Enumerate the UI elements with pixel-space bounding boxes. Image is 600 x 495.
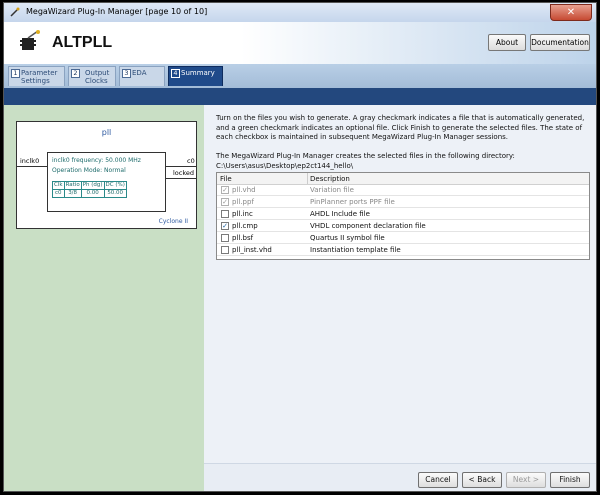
tab-label: Output bbox=[85, 69, 110, 77]
file-name: pll.inc bbox=[232, 210, 253, 218]
clock-table-cell: c0 bbox=[52, 189, 65, 198]
file-name: pll.cmp bbox=[232, 222, 258, 230]
megawizard-window: MegaWizard Plug-In Manager [page 10 of 1… bbox=[3, 2, 597, 492]
file-name: pll_inst.vhd bbox=[232, 246, 272, 254]
product-name: ALTPLL bbox=[52, 34, 113, 51]
symbol-preview-pane: pll inclk0 c0 locked inclk0 frequency: 5… bbox=[4, 105, 204, 491]
column-header-file[interactable]: File bbox=[220, 175, 232, 183]
wizard-app-icon bbox=[10, 7, 20, 17]
cancel-button[interactable]: Cancel bbox=[418, 472, 458, 488]
input-port-inclk0: inclk0 bbox=[20, 157, 40, 165]
output-port-locked: locked bbox=[173, 169, 195, 177]
tab-label: Summary bbox=[181, 69, 215, 77]
operation-mode-info: Operation Mode: Normal bbox=[52, 167, 126, 174]
column-divider[interactable] bbox=[307, 173, 308, 184]
wizard-footer: Cancel < Back Next > Finish bbox=[204, 463, 596, 491]
file-name: pll.ppf bbox=[232, 198, 254, 206]
file-description: Variation file bbox=[310, 186, 354, 194]
output-wire-c0 bbox=[166, 166, 197, 167]
tab-content-band bbox=[4, 88, 596, 105]
file-row-pll-inc[interactable]: pll.inc AHDL Include file bbox=[217, 208, 589, 220]
directory-path: C:\Users\asus\Desktop\ep2ct144_hello\ bbox=[216, 162, 354, 170]
clock-table-header: DC (%) bbox=[103, 181, 127, 190]
device-family: Cyclone II bbox=[158, 218, 188, 225]
file-name: pll.vhd bbox=[232, 186, 256, 194]
pll-name: pll bbox=[101, 128, 112, 137]
clock-table-cell: 3/8 bbox=[63, 189, 82, 198]
file-description: PinPlanner ports PPF file bbox=[310, 198, 395, 206]
summary-pane: Turn on the files you wish to generate. … bbox=[204, 105, 596, 491]
tab-summary[interactable]: 4 Summary bbox=[168, 66, 223, 86]
tab-label-line2: Clocks bbox=[85, 77, 108, 85]
output-wire-locked bbox=[166, 178, 197, 179]
file-name: pll.bsf bbox=[232, 234, 254, 242]
file-row-pll-ppf[interactable]: ✓ pll.ppf PinPlanner ports PPF file bbox=[217, 196, 589, 208]
file-row-pll-bsf[interactable]: pll.bsf Quartus II symbol file bbox=[217, 232, 589, 244]
file-description: Instantiation template file bbox=[310, 246, 401, 254]
clock-table-header: Ratio bbox=[63, 181, 82, 190]
tab-label: Parameter bbox=[21, 69, 58, 77]
megafunction-logo-icon bbox=[20, 30, 40, 50]
documentation-button[interactable]: Documentation bbox=[530, 34, 590, 51]
pll-symbol: pll inclk0 c0 locked inclk0 frequency: 5… bbox=[16, 121, 197, 229]
frequency-info: inclk0 frequency: 50.000 MHz bbox=[52, 157, 141, 164]
checkbox-pll-cmp[interactable]: ✓ bbox=[221, 222, 229, 230]
wizard-tabs: 1 Parameter Settings 2 Output Clocks 3 EDA… bbox=[4, 64, 596, 88]
finish-button[interactable]: Finish bbox=[550, 472, 590, 488]
close-button[interactable]: ✕ bbox=[550, 4, 592, 21]
next-button[interactable]: Next > bbox=[506, 472, 546, 488]
checkbox-pll-inst-vhd[interactable] bbox=[221, 246, 229, 254]
title-bar: MegaWizard Plug-In Manager [page 10 of 1… bbox=[4, 3, 596, 23]
clock-table-header: Clk bbox=[52, 181, 65, 190]
checkbox-pll-ppf[interactable]: ✓ bbox=[221, 198, 229, 206]
about-button[interactable]: About bbox=[488, 34, 526, 51]
file-row-pll-vhd[interactable]: ✓ pll.vhd Variation file bbox=[217, 184, 589, 196]
column-header-description[interactable]: Description bbox=[310, 175, 350, 183]
clock-table: Clk Ratio Ph (dg) DC (%) c0 3/8 0.00 50.… bbox=[52, 181, 127, 198]
file-row-pll-inst-vhd[interactable]: pll_inst.vhd Instantiation template file bbox=[217, 244, 589, 256]
checkbox-pll-vhd[interactable]: ✓ bbox=[221, 186, 229, 194]
tab-label: EDA bbox=[132, 69, 147, 77]
clock-table-cell: 0.00 bbox=[80, 189, 105, 198]
file-description: AHDL Include file bbox=[310, 210, 370, 218]
summary-description: Turn on the files you wish to generate. … bbox=[216, 114, 585, 141]
tab-output-clocks[interactable]: 2 Output Clocks bbox=[68, 66, 116, 86]
tab-parameter-settings[interactable]: 1 Parameter Settings bbox=[8, 66, 65, 86]
output-port-c0: c0 bbox=[187, 157, 195, 165]
file-row-pll-cmp[interactable]: ✓ pll.cmp VHDL component declaration fil… bbox=[217, 220, 589, 232]
checkbox-pll-inc[interactable] bbox=[221, 210, 229, 218]
clock-table-header: Ph (dg) bbox=[80, 181, 105, 190]
window-title: MegaWizard Plug-In Manager [page 10 of 1… bbox=[26, 7, 208, 16]
input-wire bbox=[17, 166, 47, 167]
file-description: VHDL component declaration file bbox=[310, 222, 426, 230]
wizard-header: ALTPLL About Documentation bbox=[4, 22, 596, 64]
back-button[interactable]: < Back bbox=[462, 472, 502, 488]
tab-label-line2: Settings bbox=[21, 77, 50, 85]
tab-eda[interactable]: 3 EDA bbox=[119, 66, 165, 86]
directory-text: The MegaWizard Plug-In Manager creates t… bbox=[216, 152, 515, 160]
pll-core-box: inclk0 frequency: 50.000 MHz Operation M… bbox=[47, 152, 166, 212]
file-list-table: File Description ✓ pll.vhd Variation fil… bbox=[216, 172, 590, 260]
checkbox-pll-bsf[interactable] bbox=[221, 234, 229, 242]
clock-table-cell: 50.00 bbox=[103, 189, 127, 198]
file-description: Quartus II symbol file bbox=[310, 234, 385, 242]
